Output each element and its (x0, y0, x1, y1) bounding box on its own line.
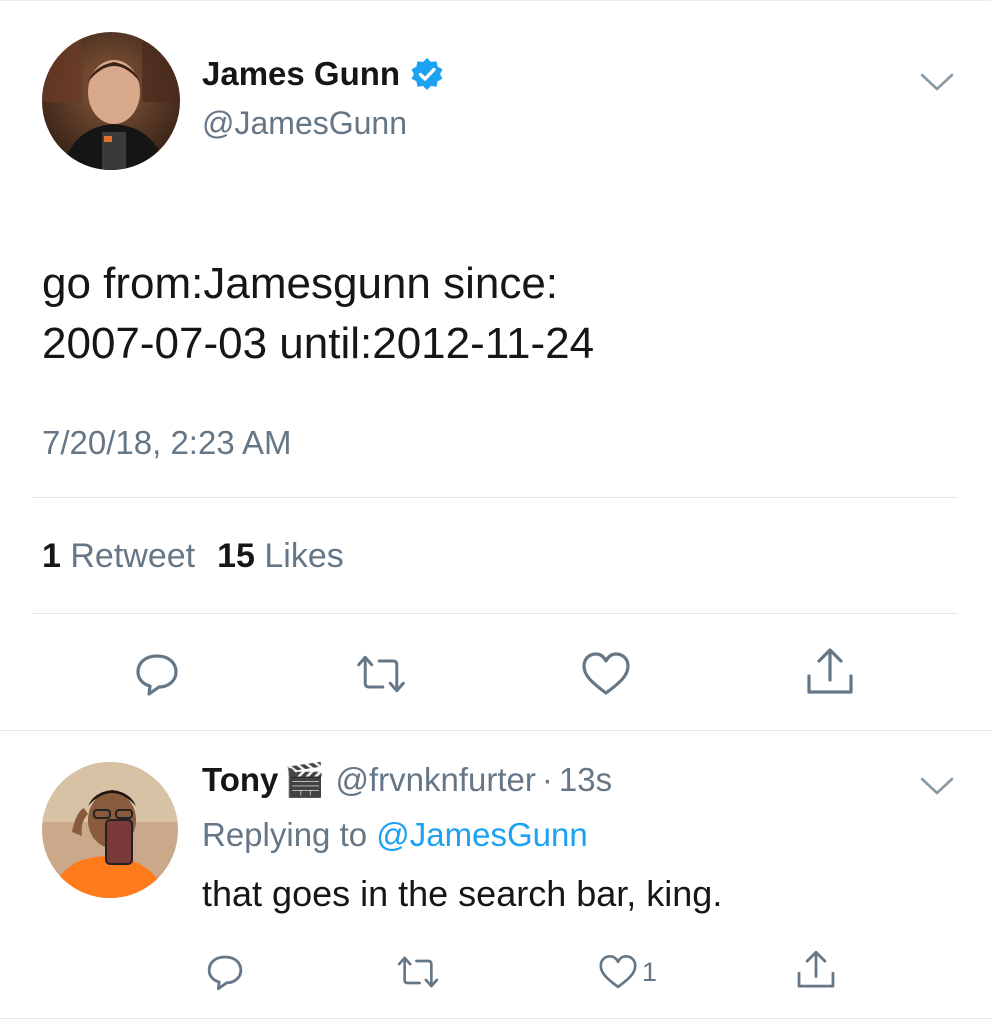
replying-prefix: Replying to (202, 816, 368, 853)
like-stat[interactable]: 15 Likes (217, 537, 344, 576)
author-name-row[interactable]: James Gunn (202, 55, 444, 93)
tweet-text-line-2: 2007-07-03 until:2012-11-24 (42, 319, 595, 368)
like-count: 15 (217, 537, 255, 575)
divider (33, 497, 958, 498)
retweet-icon[interactable] (355, 648, 407, 700)
retweet-label: Retweet (70, 537, 196, 575)
reply-author-name[interactable]: Tony (202, 760, 278, 800)
reply-text: that goes in the search bar, king. (202, 873, 723, 914)
tweet-text-line-1: go from:Jamesgunn since: (42, 259, 559, 308)
reply-author-handle[interactable]: @frvnknfurter (335, 760, 535, 800)
tweet-stats: 1 Retweet 15 Likes (42, 537, 344, 576)
reply-heart-icon[interactable] (596, 950, 640, 994)
divider (0, 1018, 991, 1019)
share-icon[interactable] (804, 646, 856, 698)
author-handle[interactable]: @JamesGunn (202, 104, 407, 142)
reply-chevron-down-icon[interactable] (920, 776, 954, 796)
tweet-text: go from:Jamesgunn since: 2007-07-03 unti… (42, 254, 892, 374)
chevron-down-icon[interactable] (920, 72, 954, 92)
reply-time[interactable]: 13s (559, 760, 612, 800)
reply-like-button[interactable]: 1 (596, 950, 657, 994)
clapperboard-icon: 🎬 (284, 761, 326, 798)
author-avatar[interactable] (42, 32, 180, 170)
divider (33, 613, 958, 614)
like-label: Likes (264, 537, 344, 575)
reply-icon[interactable] (131, 648, 183, 700)
separator-dot: · (541, 761, 553, 798)
retweet-stat[interactable]: 1 Retweet (42, 537, 195, 576)
reply-author-avatar[interactable] (42, 762, 178, 898)
verified-badge-icon (410, 57, 444, 91)
tweet-timestamp: 7/20/18, 2:23 AM (42, 424, 292, 461)
reply-share-icon[interactable] (794, 948, 838, 992)
heart-icon[interactable] (580, 648, 632, 700)
replying-mention-link[interactable]: @JamesGunn (376, 816, 587, 853)
reply-header: Tony 🎬 @frvnknfurter · 13s (202, 760, 612, 800)
divider (0, 730, 991, 731)
replying-to: Replying to @JamesGunn (202, 815, 588, 855)
retweet-count: 1 (42, 537, 61, 575)
author-name[interactable]: James Gunn (202, 55, 400, 93)
reply-reply-icon[interactable] (203, 950, 247, 994)
reply-retweet-icon[interactable] (396, 950, 440, 994)
top-border (0, 0, 991, 1)
reply-like-count: 1 (642, 956, 658, 987)
